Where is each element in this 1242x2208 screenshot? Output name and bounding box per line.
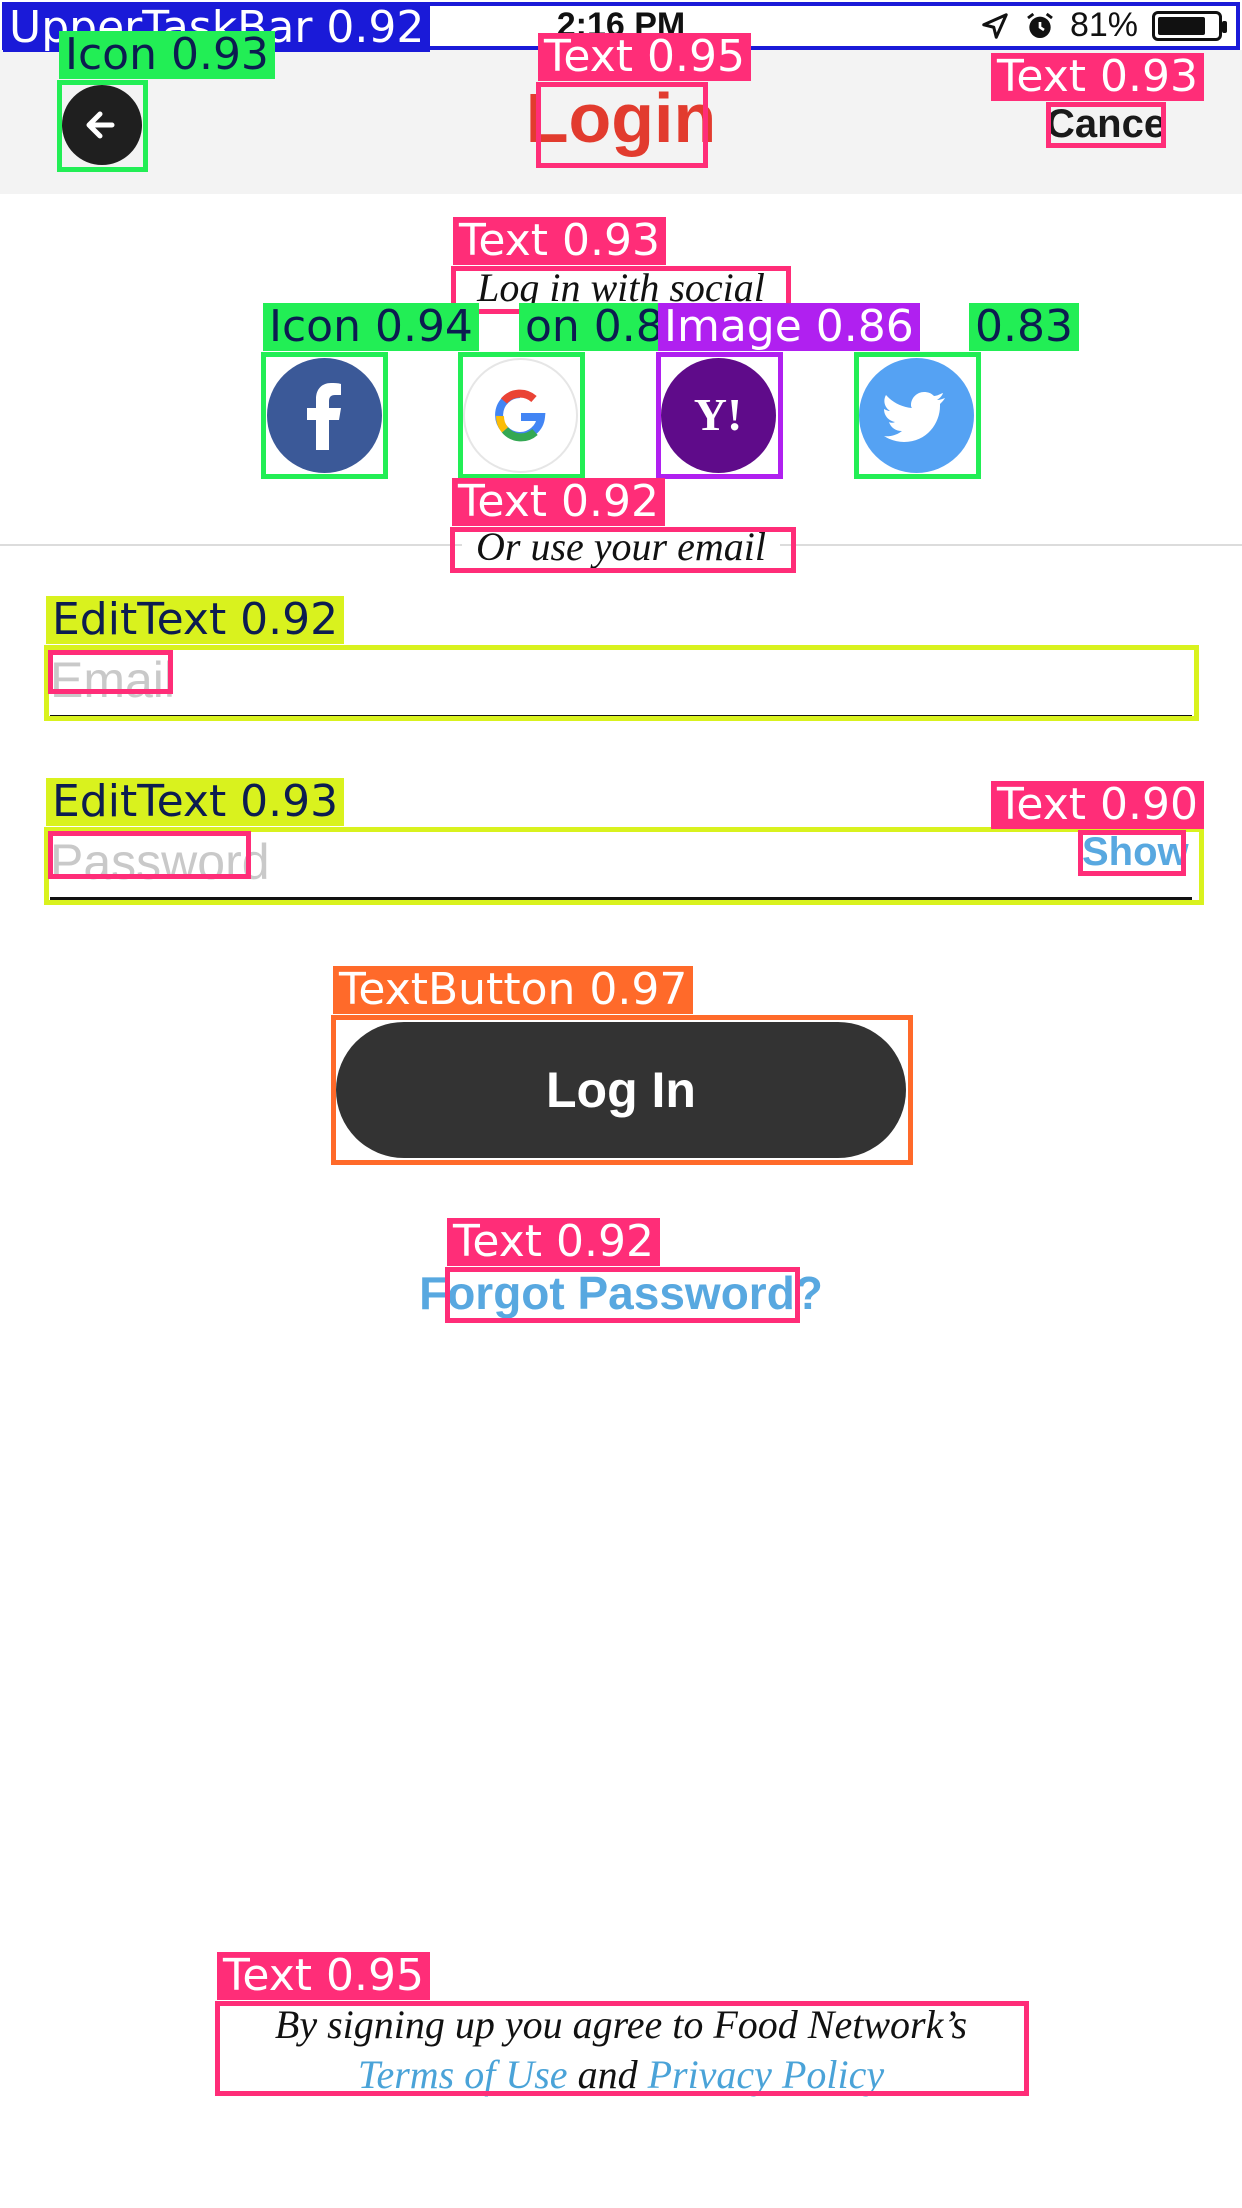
detection-label: Text 0.92 — [452, 478, 665, 526]
detection-label: Text 0.90 — [991, 781, 1204, 829]
detection-label: EditText 0.92 — [46, 596, 345, 644]
cancel-button[interactable]: Cance — [1046, 102, 1166, 147]
battery-percent: 81% — [1069, 6, 1138, 44]
detection-label: TextButton 0.97 — [333, 966, 694, 1014]
battery-fill — [1158, 16, 1205, 35]
twitter-login-button[interactable] — [859, 358, 974, 473]
detection-label: Text 0.95 — [217, 1952, 430, 2000]
privacy-policy-link[interactable]: Privacy Policy — [648, 2052, 885, 2097]
terms-of-use-link[interactable]: Terms of Use — [358, 2052, 568, 2097]
email-login-heading: Or use your email — [0, 523, 1242, 570]
email-login-heading-text: Or use your email — [462, 524, 780, 569]
alarm-icon — [1027, 12, 1053, 38]
legal-prefix: By signing up you agree to Food Network’… — [274, 2002, 968, 2047]
forgot-password-link[interactable]: Forgot Password? — [0, 1266, 1242, 1320]
legal-and: and — [577, 2052, 638, 2097]
google-icon — [495, 389, 546, 442]
yahoo-login-button[interactable]: Y! — [661, 358, 776, 473]
facebook-icon — [307, 383, 341, 450]
battery-icon — [1152, 10, 1227, 41]
twitter-icon — [884, 392, 945, 442]
detection-label: Text 0.92 — [447, 1218, 660, 1266]
status-indicators: 81% — [980, 6, 1227, 45]
email-field[interactable] — [50, 645, 1192, 718]
legal-links-line: Terms of Use and Privacy Policy — [160, 2050, 1082, 2100]
password-field[interactable] — [50, 827, 1192, 900]
location-arrow-icon — [982, 12, 1008, 39]
log-in-button[interactable]: Log In — [336, 1022, 906, 1158]
google-login-button[interactable] — [463, 358, 578, 473]
yahoo-glyph: Y! — [694, 389, 743, 440]
social-login-heading: Log in with social — [477, 265, 765, 310]
facebook-login-button[interactable] — [267, 358, 382, 473]
yahoo-icon: Y! — [694, 389, 743, 440]
legal-notice: By signing up you agree to Food Network’… — [160, 2000, 1082, 2100]
detection-label: EditText 0.93 — [46, 778, 345, 826]
detection-label: Text 0.93 — [453, 217, 666, 265]
show-password-toggle[interactable]: Show — [1082, 830, 1189, 875]
